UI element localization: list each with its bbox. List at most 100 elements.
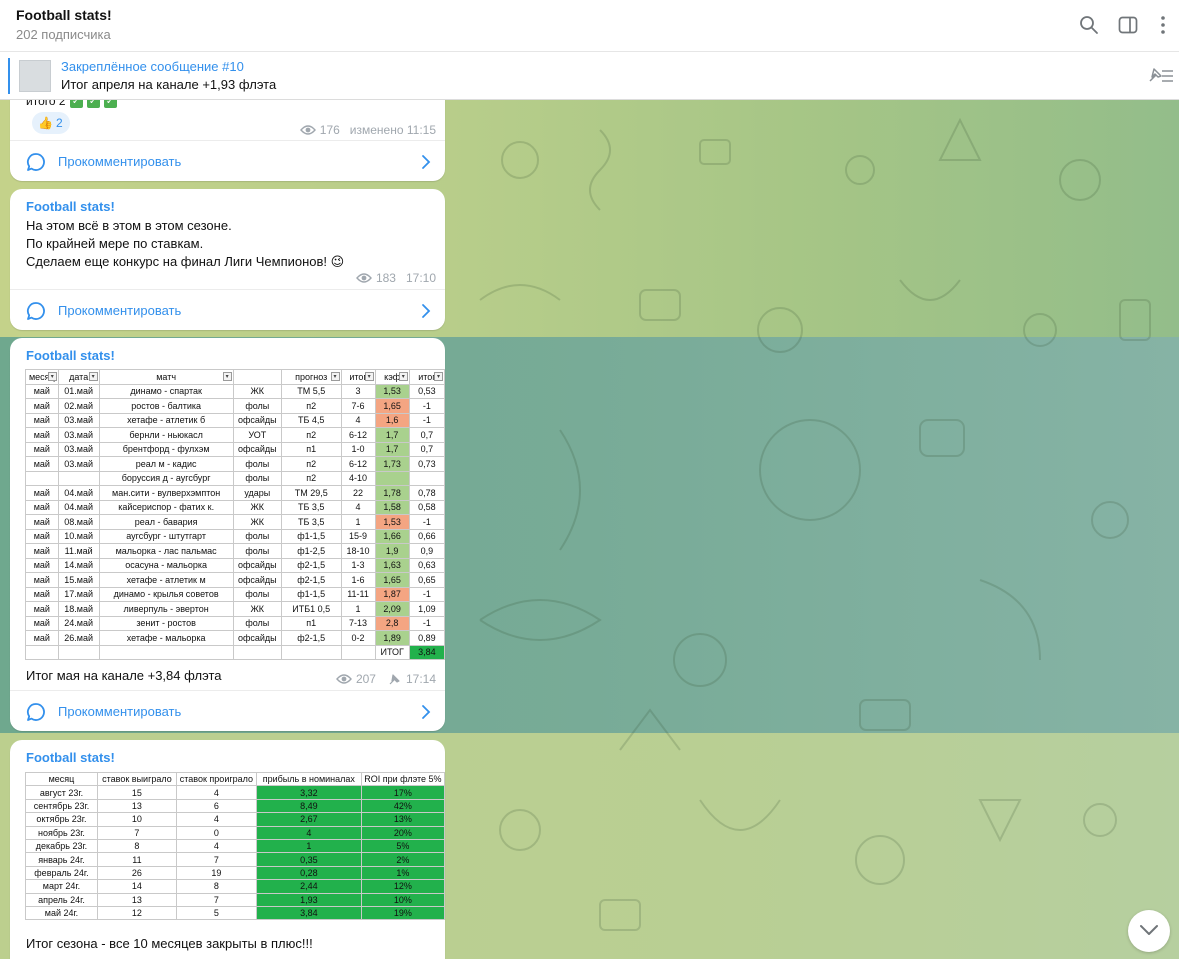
filter-dropdown-icon[interactable]: ▾ [398, 372, 408, 381]
message-meta: 183 17:10 [356, 271, 436, 285]
reaction-chip[interactable]: 👍 2 [32, 112, 70, 134]
reaction-emoji: 👍 [38, 116, 53, 130]
message-author[interactable]: Football stats! [26, 199, 115, 214]
total-label: ИТОГ [374, 644, 410, 660]
pinned-thumbnail [19, 60, 51, 92]
comment-button[interactable]: Прокомментировать [10, 289, 445, 330]
table-cell: офсайды [232, 630, 282, 646]
pinned-message-bar[interactable]: Закреплённое сообщение #10 Итог апреля н… [0, 52, 1179, 100]
table-cell: УОТ [232, 427, 282, 443]
column-header[interactable]: дата ▾ [57, 369, 100, 385]
table-cell: ЖК [232, 601, 282, 617]
table-cell: 1 [340, 514, 376, 530]
table-cell: май [25, 543, 59, 559]
filter-dropdown-icon[interactable]: ▾ [434, 372, 443, 381]
column-header[interactable]: кэф ▾ [374, 369, 410, 385]
pinned-text: Итог апреля на канале +1,93 флэта [61, 77, 277, 92]
table-cell: бернли - ньюкасл [98, 427, 234, 443]
sidebar-toggle-icon[interactable] [1117, 14, 1139, 36]
may-bets-table[interactable]: месяц ▾ дата ▾ матч ▾ прогноз ▾ итог ▾ кэф ▾ итог ▾ м… [25, 369, 445, 660]
filter-dropdown-icon[interactable]: ▾ [88, 372, 98, 381]
chevron-right-icon [422, 155, 431, 169]
table-cell: п1 [280, 615, 342, 631]
comment-button[interactable]: Прокомментировать [10, 140, 445, 181]
table-cell: 1,09 [408, 601, 445, 617]
more-options-icon[interactable] [1152, 14, 1174, 36]
reaction-count: 2 [55, 116, 63, 130]
table-cell: 10% [360, 892, 445, 907]
message-author[interactable]: Football stats! [26, 750, 115, 765]
table-row: май 11.май мальорка - лас пальмас фолы ф1-2,… [25, 543, 445, 559]
column-header[interactable]: месяц ▾ [25, 369, 59, 385]
table-cell: 6 [175, 798, 257, 814]
message-bubble[interactable]: Football stats! месяц ▾ дата ▾ матч ▾ прогноз ▾… [10, 338, 445, 731]
table-row: сентябрь 23г. 13 6 8,49 42% [25, 798, 445, 814]
table-cell: март 24г. [25, 879, 98, 894]
table-cell: 0,78 [408, 485, 445, 501]
table-row: май 17.май динамо - крылья советов фолы ф1-1… [25, 586, 445, 602]
table-cell: май 24г. [25, 905, 98, 921]
message-bubble[interactable]: Football stats! На этом всё в этом в это… [10, 189, 445, 330]
table-cell: 17.май [57, 586, 100, 602]
table-cell: реал - бавария [98, 514, 234, 530]
table-cell: -1 [408, 412, 445, 428]
column-header[interactable]: прогноз ▾ [280, 369, 342, 385]
table-cell: 5% [360, 838, 445, 854]
table-cell: август 23г. [25, 785, 98, 800]
table-cell: 10 [96, 812, 177, 827]
table-cell [25, 644, 59, 660]
table-cell: октябрь 23г. [25, 812, 98, 827]
table-cell [232, 644, 282, 660]
table-cell: 8,49 [255, 798, 362, 814]
table-cell: 1,58 [374, 499, 410, 515]
table-cell: фолы [232, 586, 282, 602]
table-row: март 24г. 14 8 2,44 12% [25, 879, 445, 894]
table-cell: май [25, 485, 59, 501]
table-cell: п2 [280, 470, 342, 486]
pin-icon [389, 674, 400, 685]
table-cell: фолы [232, 398, 282, 414]
table-cell: 11-11 [340, 586, 376, 602]
channel-title[interactable]: Football stats! [16, 7, 112, 23]
filter-dropdown-icon[interactable]: ▾ [47, 372, 57, 381]
table-cell: 2,67 [255, 812, 362, 827]
column-header: ставок проиграло [175, 771, 257, 787]
table-cell: 0,65 [408, 572, 445, 588]
filter-dropdown-icon[interactable]: ▾ [330, 372, 340, 381]
table-row: май 15.май хетафе - атлетик м офсайды ф2-1,5… [25, 572, 445, 588]
column-header[interactable] [232, 369, 282, 385]
table-row: май 08.май реал - бавария ЖК ТБ 3,5 1 1,53 -1 [25, 514, 445, 530]
table-cell: май [25, 412, 59, 428]
table-cell: кайсериспор - фатих к. [98, 499, 234, 515]
filter-dropdown-icon[interactable]: ▾ [222, 372, 232, 381]
column-header[interactable]: матч ▾ [98, 369, 234, 385]
table-cell: динамо - спартак [98, 383, 234, 399]
table-cell: ф2-1,5 [280, 557, 342, 573]
chat-area[interactable]: итого 2 ✓ ✓ ✓ 👍 2 176 изменено 11:15 Проком… [0, 100, 1179, 959]
table-cell: удары [232, 485, 282, 501]
scroll-down-button[interactable] [1128, 910, 1170, 952]
table-cell: 4 [255, 825, 362, 840]
table-cell: 8 [96, 838, 177, 854]
table-cell: осасуна - мальорка [98, 557, 234, 573]
filter-dropdown-icon[interactable]: ▾ [364, 372, 374, 381]
table-cell: 19% [360, 905, 445, 921]
table-cell: 0,7 [408, 427, 445, 443]
table-cell: фолы [232, 456, 282, 472]
column-header[interactable]: итог ▾ [340, 369, 376, 385]
column-header[interactable]: итог ▾ [408, 369, 445, 385]
table-cell: 1,66 [374, 528, 410, 544]
table-cell: 6-12 [340, 456, 376, 472]
season-summary-table[interactable]: месяц ставок выиграло ставок проиграло приб… [25, 771, 445, 921]
table-cell: ИТБ1 0,5 [280, 601, 342, 617]
table-cell: реал м - кадис [98, 456, 234, 472]
message-bubble[interactable]: итого 2 ✓ ✓ ✓ 👍 2 176 изменено 11:15 Проком… [10, 100, 445, 181]
table-cell: 1,73 [374, 456, 410, 472]
comment-button[interactable]: Прокомментировать [10, 690, 445, 731]
pinned-list-icon[interactable] [1146, 64, 1174, 86]
search-icon[interactable] [1078, 14, 1100, 36]
message-author[interactable]: Football stats! [26, 348, 115, 363]
message-bubble[interactable]: Football stats! месяц ставок выиграло став… [10, 740, 445, 959]
table-cell: 1 [340, 601, 376, 617]
table-cell: апрель 24г. [25, 892, 98, 907]
